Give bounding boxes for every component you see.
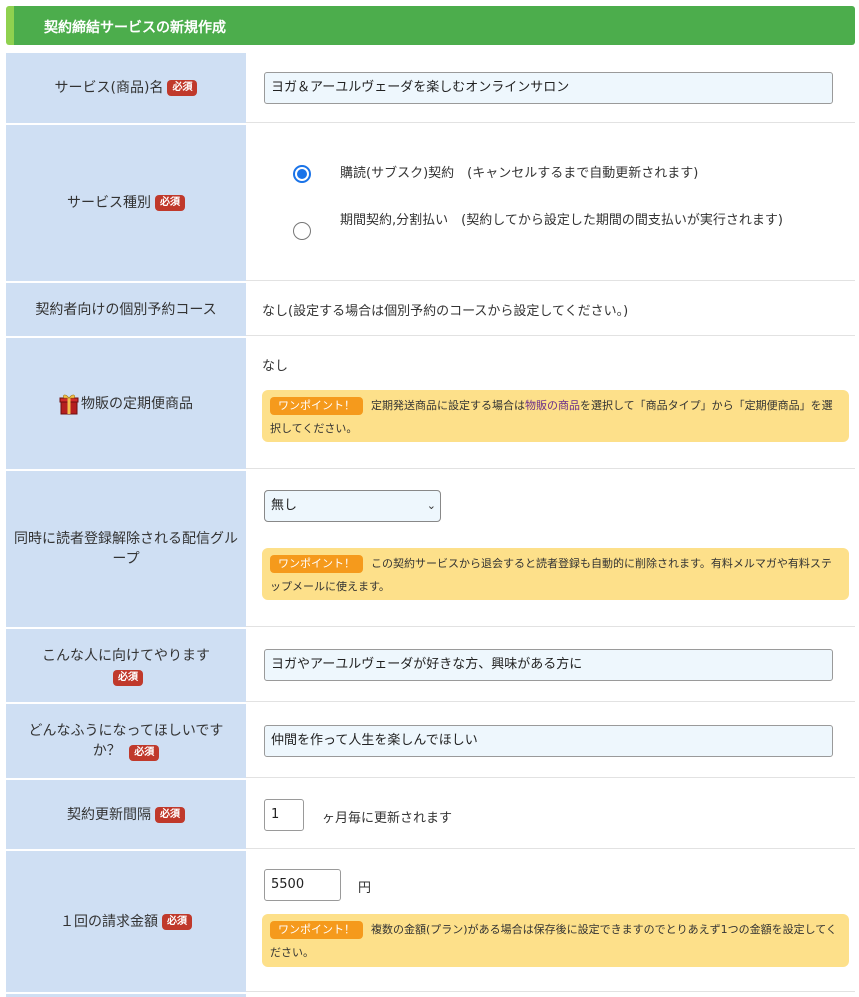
course-value: なし(設定する場合は個別予約のコースから設定してください。)	[262, 304, 629, 319]
row-target: こんな人に向けてやります 必須 ヨガやアーユルヴェーダが好きな方、興味がある方に	[6, 629, 855, 702]
amount-value-cell: 5500 円 ワンポイント！ 複数の金額(プラン)がある場合は保存後に設定できます…	[246, 851, 855, 992]
row-service-type: サービス種別 必須 購読(サブスク)契約 (キャンセルするまで自動更新されます)…	[6, 125, 855, 281]
goal-label-cell: どんなふうになってほしいですか？ 必須	[6, 704, 246, 778]
required-badge: 必須	[129, 745, 160, 761]
required-badge: 必須	[155, 195, 185, 211]
target-input[interactable]: ヨガやアーユルヴェーダが好きな方、興味がある方に	[264, 649, 833, 681]
service-name-label-cell: サービス(商品)名 必須	[6, 53, 246, 123]
required-badge: 必須	[113, 669, 143, 686]
interval-value-cell: 1 ヶ月毎に更新されます	[246, 780, 855, 849]
tip-badge: ワンポイント！	[270, 921, 363, 939]
subscription-radio[interactable]	[293, 165, 311, 183]
amount-tip: ワンポイント！ 複数の金額(プラン)がある場合は保存後に設定できますのでとりあえず…	[262, 914, 849, 967]
interval-unit: ヶ月毎に更新されます	[322, 811, 453, 826]
goal-input[interactable]: 仲間を作って人生を楽しんでほしい	[264, 725, 833, 757]
service-type-value-cell: 購読(サブスク)契約 (キャンセルするまで自動更新されます) 期間契約,分割払い…	[246, 125, 855, 281]
tip-badge: ワンポイント！	[270, 555, 363, 573]
service-type-label-cell: サービス種別 必須	[6, 125, 246, 281]
subscription-radio-label[interactable]: 購読(サブスク)契約 (キャンセルするまで自動更新されます)	[340, 164, 840, 184]
group-tip: ワンポイント！ この契約サービスから退会すると読者登録も自動的に削除されます。有料…	[262, 548, 849, 600]
installment-radio-label[interactable]: 期間契約,分割払い (契約してから設定した期間の間支払いが実行されます)	[324, 211, 814, 231]
row-interval: 契約更新間隔 必須 1 ヶ月毎に更新されます	[6, 780, 855, 849]
row-product: 物販の定期便商品 なし ワンポイント！ 定期発送商品に設定する場合は物販の商品を選…	[6, 338, 855, 469]
target-value-cell: ヨガやアーユルヴェーダが好きな方、興味がある方に	[246, 629, 855, 702]
goal-label: どんなふうになってほしいですか？	[28, 723, 224, 759]
interval-label: 契約更新間隔	[67, 806, 151, 823]
group-select[interactable]: 無し ⌄	[264, 490, 441, 522]
product-tip-text-pre: 定期発送商品に設定する場合は	[371, 399, 525, 412]
tip-badge: ワンポイント！	[270, 397, 363, 415]
service-name-input[interactable]: ヨガ＆アーユルヴェーダを楽しむオンラインサロン	[264, 72, 833, 104]
required-badge: 必須	[162, 913, 192, 930]
product-value-cell: なし ワンポイント！ 定期発送商品に設定する場合は物販の商品を選択して「商品タイプ…	[246, 338, 855, 469]
chevron-down-icon: ⌄	[426, 499, 436, 512]
interval-label-cell: 契約更新間隔 必須	[6, 780, 246, 849]
product-tip: ワンポイント！ 定期発送商品に設定する場合は物販の商品を選択して「商品タイプ」から…	[262, 390, 849, 442]
product-value: なし	[262, 359, 289, 374]
target-label-cell: こんな人に向けてやります 必須	[6, 629, 246, 702]
group-label-cell: 同時に読者登録解除される配信グループ	[6, 471, 246, 627]
product-label-cell: 物販の定期便商品	[6, 338, 246, 469]
row-goal: どんなふうになってほしいですか？ 必須 仲間を作って人生を楽しんでほしい	[6, 704, 855, 778]
installment-radio[interactable]	[293, 222, 311, 240]
row-group: 同時に読者登録解除される配信グループ 無し ⌄ ワンポイント！ この契約サービスか…	[6, 471, 855, 627]
service-name-label: サービス(商品)名	[54, 80, 164, 96]
service-name-value-cell: ヨガ＆アーユルヴェーダを楽しむオンラインサロン	[246, 53, 855, 123]
row-course: 契約者向けの個別予約コース なし(設定する場合は個別予約のコースから設定してくだ…	[6, 283, 855, 336]
product-label: 物販の定期便商品	[81, 395, 193, 412]
group-label: 同時に読者登録解除される配信グループ	[14, 531, 238, 567]
amount-label-cell: １回の請求金額 必須	[6, 851, 246, 992]
service-type-label: サービス種別	[67, 195, 151, 211]
page-title: 契約締結サービスの新規作成	[44, 20, 226, 36]
gift-icon	[59, 394, 79, 414]
goal-value-cell: 仲間を作って人生を楽しんでほしい	[246, 704, 855, 778]
group-select-value: 無し	[271, 498, 298, 513]
row-amount: １回の請求金額 必須 5500 円 ワンポイント！ 複数の金額(プラン)がある場合…	[6, 851, 855, 992]
product-tip-link[interactable]: 物販の商品	[525, 399, 580, 412]
course-label: 契約者向けの個別予約コース	[35, 301, 217, 318]
interval-input[interactable]: 1	[264, 799, 304, 831]
required-badge: 必須	[167, 80, 198, 96]
course-label-cell: 契約者向けの個別予約コース	[6, 283, 246, 336]
group-value-cell: 無し ⌄ ワンポイント！ この契約サービスから退会すると読者登録も自動的に削除され…	[246, 471, 855, 627]
course-value-cell: なし(設定する場合は個別予約のコースから設定してください。)	[246, 283, 855, 336]
required-badge: 必須	[155, 806, 185, 823]
amount-unit: 円	[358, 881, 372, 896]
amount-input[interactable]: 5500	[264, 869, 341, 901]
page-header: 契約締結サービスの新規作成	[6, 6, 855, 45]
row-service-name: サービス(商品)名 必須 ヨガ＆アーユルヴェーダを楽しむオンラインサロン	[6, 53, 855, 123]
target-label: こんな人に向けてやります	[42, 647, 210, 664]
amount-label: １回の請求金額	[60, 913, 158, 930]
